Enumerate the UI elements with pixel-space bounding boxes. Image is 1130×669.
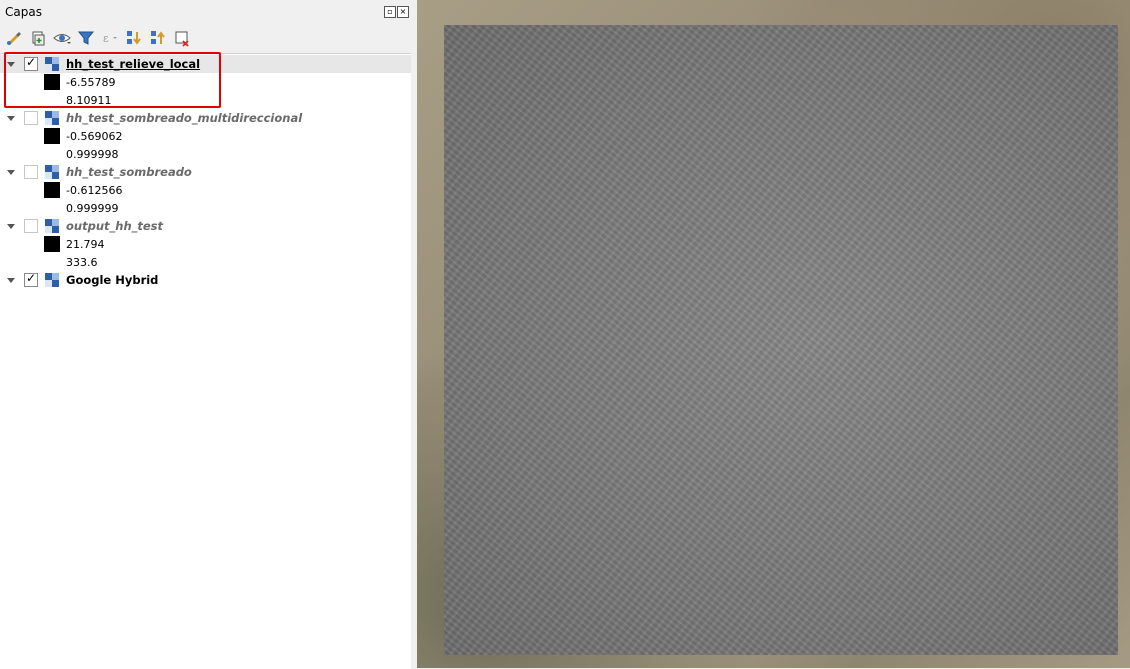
raster-layer-icon — [45, 273, 59, 287]
layers-panel: Capas ▫ × ε h — [0, 0, 413, 669]
legend-max-value: 0.999998 — [66, 147, 119, 161]
layer-tree: hh_test_relieve_local -6.55789 8.10911 h… — [0, 53, 411, 669]
hillshade-raster — [444, 25, 1118, 655]
expand-all-icon[interactable] — [124, 28, 144, 48]
legend-min-value: -0.612566 — [66, 183, 123, 197]
filter-icon[interactable] — [76, 28, 96, 48]
style-manager-icon[interactable] — [4, 28, 24, 48]
expand-arrow-icon[interactable] — [7, 277, 15, 283]
layer-visibility-checkbox[interactable] — [24, 165, 38, 179]
legend-max-value: 0.999999 — [66, 201, 119, 215]
layer-row[interactable]: output_hh_test — [0, 217, 411, 235]
legend-min-value: -0.569062 — [66, 129, 123, 143]
legend-swatch — [44, 182, 60, 198]
raster-layer-icon — [45, 111, 59, 125]
expand-arrow-icon[interactable] — [7, 169, 15, 175]
layer-name[interactable]: output_hh_test — [66, 219, 163, 233]
collapse-all-icon[interactable] — [148, 28, 168, 48]
expression-filter-icon[interactable]: ε — [100, 28, 120, 48]
legend-item: 21.794 — [0, 235, 411, 253]
layer-row[interactable]: hh_test_sombreado_multidireccional — [0, 109, 411, 127]
raster-layer-icon — [45, 165, 59, 179]
expand-arrow-icon[interactable] — [7, 115, 15, 121]
legend-item: 333.6 — [0, 253, 411, 271]
layer-name[interactable]: hh_test_sombreado — [66, 165, 192, 179]
legend-item: 0.999999 — [0, 199, 411, 217]
layer-name[interactable]: Google Hybrid — [66, 273, 158, 287]
layer-visibility-checkbox[interactable] — [24, 111, 38, 125]
map-canvas[interactable] — [417, 0, 1130, 668]
legend-max-value: 333.6 — [66, 255, 98, 269]
layer-row[interactable]: hh_test_sombreado — [0, 163, 411, 181]
legend-swatch — [44, 128, 60, 144]
highlight-box — [4, 52, 221, 108]
remove-layer-icon[interactable] — [172, 28, 192, 48]
expand-arrow-icon[interactable] — [7, 223, 15, 229]
svg-text:ε: ε — [103, 32, 109, 45]
visibility-eye-icon[interactable] — [52, 28, 72, 48]
layers-toolbar: ε — [4, 27, 192, 49]
layer-visibility-checkbox[interactable] — [24, 271, 38, 287]
layer-row[interactable]: Google Hybrid — [0, 271, 411, 289]
panel-title: Capas — [5, 5, 42, 19]
legend-item: -0.612566 — [0, 181, 411, 199]
legend-item: -0.569062 — [0, 127, 411, 145]
legend-swatch — [44, 236, 60, 252]
legend-item: 0.999998 — [0, 145, 411, 163]
close-icon[interactable]: × — [397, 6, 409, 18]
layer-visibility-checkbox[interactable] — [24, 219, 38, 233]
add-group-icon[interactable] — [28, 28, 48, 48]
raster-layer-icon — [45, 219, 59, 233]
legend-min-value: 21.794 — [66, 237, 105, 251]
layer-name[interactable]: hh_test_sombreado_multidireccional — [66, 111, 302, 125]
float-icon[interactable]: ▫ — [384, 6, 396, 18]
